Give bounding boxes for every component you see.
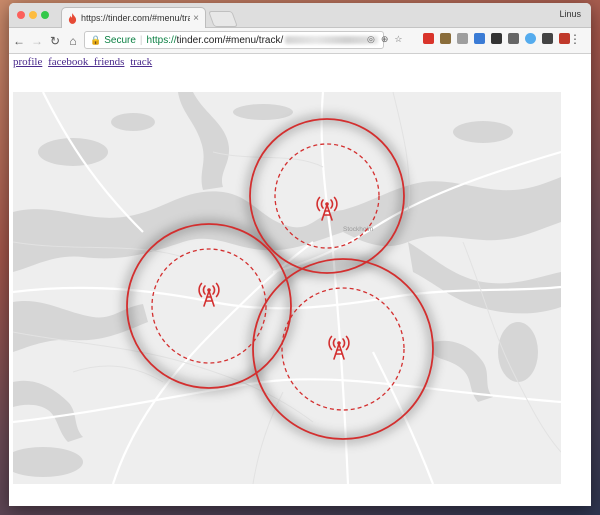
- pocket-icon[interactable]: [542, 33, 553, 44]
- bookmark-star-icon[interactable]: ☆: [394, 34, 402, 45]
- page-content: profile facebook_friends track Stockholm: [9, 54, 591, 506]
- home-icon[interactable]: ⌂: [65, 34, 81, 48]
- tab-strip: https://tinder.com/#menu/track × Linus: [9, 3, 591, 28]
- close-window-button[interactable]: [17, 11, 25, 19]
- place-label: Stockholm: [343, 226, 373, 233]
- zoom-icon[interactable]: ⊕: [381, 34, 389, 45]
- extension-dark-icon[interactable]: [491, 33, 502, 44]
- extension-brown-icon[interactable]: [440, 33, 451, 44]
- browser-window: https://tinder.com/#menu/track × Linus ←…: [9, 3, 591, 506]
- forward-arrow-icon[interactable]: →: [29, 34, 45, 48]
- cast-icon[interactable]: [508, 33, 519, 44]
- lock-icon: 🔒: [90, 34, 102, 45]
- extension-blue-icon[interactable]: [474, 33, 485, 44]
- twitter-icon[interactable]: [525, 33, 536, 44]
- minimize-window-button[interactable]: [29, 11, 37, 19]
- back-arrow-icon[interactable]: ←: [11, 34, 27, 48]
- browser-menu-icon[interactable]: ⋮: [569, 32, 581, 46]
- page-nav-links: profile facebook_friends track: [13, 56, 155, 68]
- address-separator: |: [139, 34, 143, 46]
- active-tab[interactable]: https://tinder.com/#menu/track ×: [61, 7, 206, 28]
- tracking-map[interactable]: Stockholm: [13, 92, 561, 484]
- secure-label: Secure: [104, 34, 136, 46]
- map-canvas: Stockholm: [13, 92, 561, 484]
- location-icon[interactable]: ◎: [367, 34, 375, 45]
- reload-icon[interactable]: ↻: [47, 34, 63, 48]
- address-bar-actions: ◎ ⊕ ☆: [367, 34, 402, 45]
- extension-icons: [423, 33, 570, 44]
- new-tab-button[interactable]: [208, 11, 238, 27]
- address-bar[interactable]: 🔒 Secure | https:// tinder.com/#menu/tra…: [84, 31, 384, 49]
- close-icon[interactable]: ×: [193, 13, 199, 24]
- url-path: tinder.com/#menu/track/: [176, 34, 284, 46]
- maximize-window-button[interactable]: [41, 11, 49, 19]
- tinder-flame-icon: [68, 12, 77, 24]
- tab-title: https://tinder.com/#menu/track: [81, 13, 191, 23]
- extension-grey-icon[interactable]: [457, 33, 468, 44]
- profile-name[interactable]: Linus: [559, 9, 581, 19]
- profile-link[interactable]: profile: [13, 56, 42, 68]
- browser-toolbar: ← → ↻ ⌂ 🔒 Secure | https:// tinder.com/#…: [9, 28, 591, 54]
- url-redacted-segment: [285, 36, 378, 44]
- facebook-friends-link[interactable]: facebook_friends: [48, 56, 124, 68]
- url-scheme: https://: [146, 34, 177, 46]
- extension-red-icon[interactable]: [423, 33, 434, 44]
- track-link[interactable]: track: [130, 56, 152, 68]
